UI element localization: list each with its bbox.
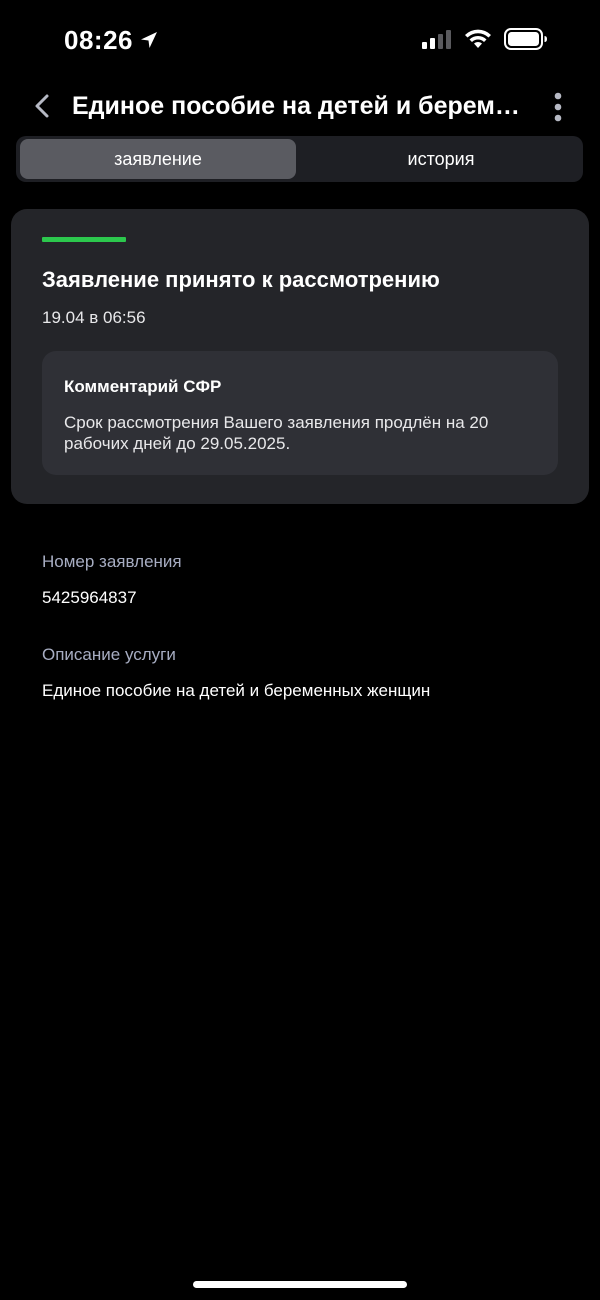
status-indicators: [422, 28, 548, 50]
tab-application[interactable]: заявление: [20, 139, 296, 179]
service-description-value: Единое пособие на детей и беременных жен…: [42, 681, 431, 700]
status-bar: 08:26: [0, 0, 600, 80]
home-indicator[interactable]: [193, 1281, 407, 1288]
application-number-label: Номер заявления: [42, 552, 182, 571]
vertical-dots-icon[interactable]: [548, 90, 568, 124]
tab-history[interactable]: история: [303, 139, 579, 179]
cellular-signal-icon: [422, 30, 451, 49]
wifi-icon: [465, 29, 491, 48]
status-progress-indicator: [42, 237, 126, 242]
comment-title: Комментарий СФР: [64, 377, 222, 396]
location-arrow-icon: [141, 32, 157, 48]
status-time: 08:26: [64, 24, 133, 55]
tab-switcher: заявление история: [16, 136, 583, 182]
chevron-left-icon[interactable]: [30, 92, 54, 120]
application-status-card: Заявление принято к рассмотрению 19.04 в…: [11, 209, 589, 504]
sfr-comment-box: Комментарий СФР Срок рассмотрения Вашего…: [42, 351, 558, 475]
comment-text: Срок рассмотрения Вашего заявления продл…: [64, 413, 489, 453]
app-header: Единое пособие на детей и беременных жен…: [0, 84, 600, 128]
battery-icon: [504, 28, 547, 50]
status-time-group: 08:26: [64, 22, 159, 58]
status-title: Заявление принято к рассмотрению: [42, 267, 440, 292]
page-title: Единое пособие на детей и беременных жен…: [72, 92, 522, 120]
status-date: 19.04 в 06:56: [42, 308, 146, 327]
application-number-value: 5425964837: [42, 588, 137, 607]
service-description-label: Описание услуги: [42, 645, 176, 664]
